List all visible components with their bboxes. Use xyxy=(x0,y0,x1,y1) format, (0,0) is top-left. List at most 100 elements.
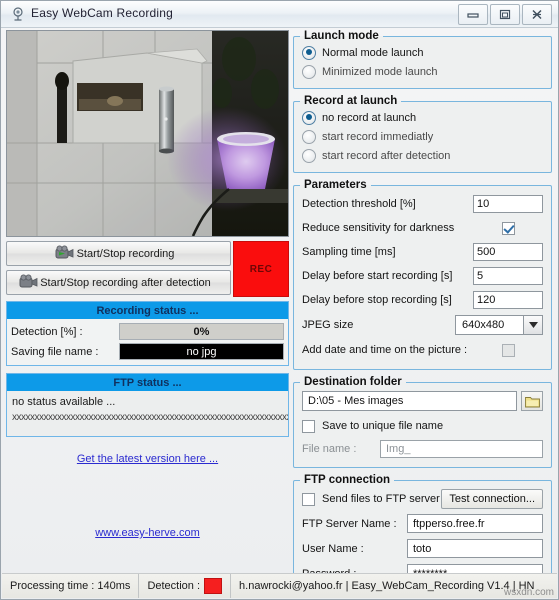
recording-buttons: Start/Stop recording Start/Stop recordin… xyxy=(6,241,289,297)
app-window: Easy WebCam Recording Start/Stop recordi… xyxy=(0,0,559,600)
processing-time-cell: Processing time : 140ms xyxy=(2,574,140,598)
ftp-server-input[interactable]: ftpperso.free.fr xyxy=(407,514,543,533)
app-info-cell: h.nawrocki@yahoo.fr | Easy_WebCam_Record… xyxy=(239,580,535,592)
saving-file-value: no jpg xyxy=(119,343,284,360)
jpeg-size-label: JPEG size xyxy=(302,319,354,331)
saving-file-label: Saving file name : xyxy=(11,345,99,358)
start-stop-after-detection-button[interactable]: Start/Stop recording after detection xyxy=(6,270,231,295)
file-name-label: File name : xyxy=(302,443,357,455)
sampling-time-input[interactable]: 500 xyxy=(473,243,543,261)
detection-status-badge xyxy=(204,578,223,594)
radio-start-immediately-label: start record immediatly xyxy=(322,130,434,143)
radio-minimized-mode-launch[interactable]: Minimized mode launch xyxy=(302,62,543,81)
unique-file-name-checkbox[interactable] xyxy=(302,419,315,433)
saving-file-row: Saving file name : no jpg xyxy=(11,343,284,360)
destination-path-input[interactable]: D:\05 - Mes images xyxy=(302,391,517,411)
status-bar: Processing time : 140ms Detection : h.na… xyxy=(2,573,557,598)
add-datetime-checkbox[interactable] xyxy=(501,343,515,357)
ftp-status-panel: FTP status ... no status available ... x… xyxy=(6,373,289,437)
detection-row: Detection [%] : 0% xyxy=(11,323,284,340)
send-files-checkbox[interactable] xyxy=(302,492,315,506)
recording-status-rows: Detection [%] : 0% Saving file name : no… xyxy=(7,319,288,365)
rec-indicator-button[interactable]: REC xyxy=(233,241,289,297)
webcam-preview[interactable] xyxy=(6,30,289,237)
add-datetime-label: Add date and time on the picture : xyxy=(302,344,468,356)
delay-stop-input[interactable]: 120 xyxy=(473,291,543,309)
test-connection-button[interactable]: Test connection... xyxy=(441,489,543,509)
add-datetime-row: Add date and time on the picture : xyxy=(302,338,543,362)
radio-start-after-detection[interactable]: start record after detection xyxy=(302,146,543,165)
reduce-sensitivity-checkbox[interactable] xyxy=(501,221,515,235)
ftp-server-label: FTP Server Name : xyxy=(302,517,397,530)
detection-threshold-input[interactable]: 10 xyxy=(473,195,543,213)
destination-folder-group: Destination folder D:\05 - Mes images Sa… xyxy=(293,376,552,468)
left-panel: Start/Stop recording Start/Stop recordin… xyxy=(6,30,289,539)
detection-threshold-label: Detection threshold [%] xyxy=(302,198,416,210)
detection-value: 0% xyxy=(119,323,284,340)
radio-normal-mode-launch[interactable]: Normal mode launch xyxy=(302,43,543,62)
webcam-icon xyxy=(10,6,26,22)
window-title: Easy WebCam Recording xyxy=(31,6,174,20)
radio-normal-mode-icon xyxy=(302,45,316,60)
ftp-server-row: FTP Server Name : ftpperso.free.fr xyxy=(302,511,543,536)
radio-start-immediately-icon xyxy=(302,129,316,144)
ftp-status-header: FTP status ... xyxy=(7,374,288,391)
start-stop-recording-label: Start/Stop recording xyxy=(76,247,175,260)
start-stop-recording-button[interactable]: Start/Stop recording xyxy=(6,241,231,266)
file-name-input[interactable]: Img_ xyxy=(380,440,543,458)
delay-start-row: Delay before start recording [s] 5 xyxy=(302,264,543,288)
delay-start-input[interactable]: 5 xyxy=(473,267,543,285)
parameters-group: Parameters Detection threshold [%] 10 Re… xyxy=(293,179,552,370)
camera-detection-icon xyxy=(19,274,38,294)
detection-indicator-cell: Detection : xyxy=(139,574,232,598)
ftp-status-line1: no status available ... xyxy=(12,396,116,408)
start-stop-after-detection-label: Start/Stop recording after detection xyxy=(40,276,211,289)
maximize-icon[interactable] xyxy=(490,4,520,25)
radio-minimized-mode-icon xyxy=(302,64,316,79)
unique-file-name-label: Save to unique file name xyxy=(322,420,444,432)
content-area: Start/Stop recording Start/Stop recordin… xyxy=(1,27,558,594)
ftp-connection-legend: FTP connection xyxy=(304,474,391,486)
rec-label: REC xyxy=(249,263,273,275)
recording-status-panel: Recording status ... Detection [%] : 0% … xyxy=(6,301,289,366)
jpeg-size-select[interactable]: 640x480 xyxy=(455,315,543,335)
website-link[interactable]: www.easy-herve.com xyxy=(6,527,289,539)
camera-icon xyxy=(55,245,74,265)
radio-no-record-icon xyxy=(302,110,316,125)
ftp-user-row: User Name : toto xyxy=(302,536,543,561)
ftp-user-input[interactable]: toto xyxy=(407,539,543,558)
ftp-user-label: User Name : xyxy=(302,542,364,555)
folder-icon[interactable] xyxy=(521,391,543,411)
unique-file-name-row[interactable]: Save to unique file name xyxy=(302,416,543,436)
send-files-row: Send files to FTP server Test connection… xyxy=(302,487,543,511)
parameters-legend: Parameters xyxy=(304,179,367,191)
detection-label: Detection [%] : xyxy=(11,325,83,338)
radio-normal-mode-label: Normal mode launch xyxy=(322,46,424,59)
delay-stop-label: Delay before stop recording [s] xyxy=(302,294,452,306)
radio-no-record-at-launch[interactable]: no record at launch xyxy=(302,108,543,127)
radio-start-after-detection-label: start record after detection xyxy=(322,149,451,162)
recording-status-header: Recording status ... xyxy=(7,302,288,319)
watermark: wsxdn.com xyxy=(503,587,554,598)
reduce-sensitivity-label: Reduce sensitivity for darkness xyxy=(302,222,455,234)
close-icon[interactable] xyxy=(522,4,552,25)
jpeg-size-row: JPEG size 640x480 xyxy=(302,312,543,338)
record-at-launch-group: Record at launch no record at launch sta… xyxy=(293,95,552,173)
delay-stop-row: Delay before stop recording [s] 120 xyxy=(302,288,543,312)
record-at-launch-legend: Record at launch xyxy=(304,95,398,107)
chevron-down-icon[interactable] xyxy=(524,315,543,335)
launch-mode-legend: Launch mode xyxy=(304,30,379,42)
radio-start-immediately[interactable]: start record immediatly xyxy=(302,127,543,146)
latest-version-link[interactable]: Get the latest version here ... xyxy=(6,453,289,465)
title-bar: Easy WebCam Recording xyxy=(1,1,558,28)
delay-start-label: Delay before start recording [s] xyxy=(302,270,453,282)
sampling-time-row: Sampling time [ms] 500 xyxy=(302,240,543,264)
radio-no-record-label: no record at launch xyxy=(322,111,417,124)
destination-folder-legend: Destination folder xyxy=(304,376,402,388)
minimize-icon[interactable] xyxy=(458,4,488,25)
send-files-label: Send files to FTP server xyxy=(322,493,440,505)
ftp-status-body: no status available ... xxxxxxxxxxxxxxxx… xyxy=(7,391,288,436)
ftp-status-line2: xxxxxxxxxxxxxxxxxxxxxxxxxxxxxxxxxxxxxxxx… xyxy=(12,412,288,423)
detection-threshold-row: Detection threshold [%] 10 xyxy=(302,192,543,216)
window-controls xyxy=(458,4,552,25)
